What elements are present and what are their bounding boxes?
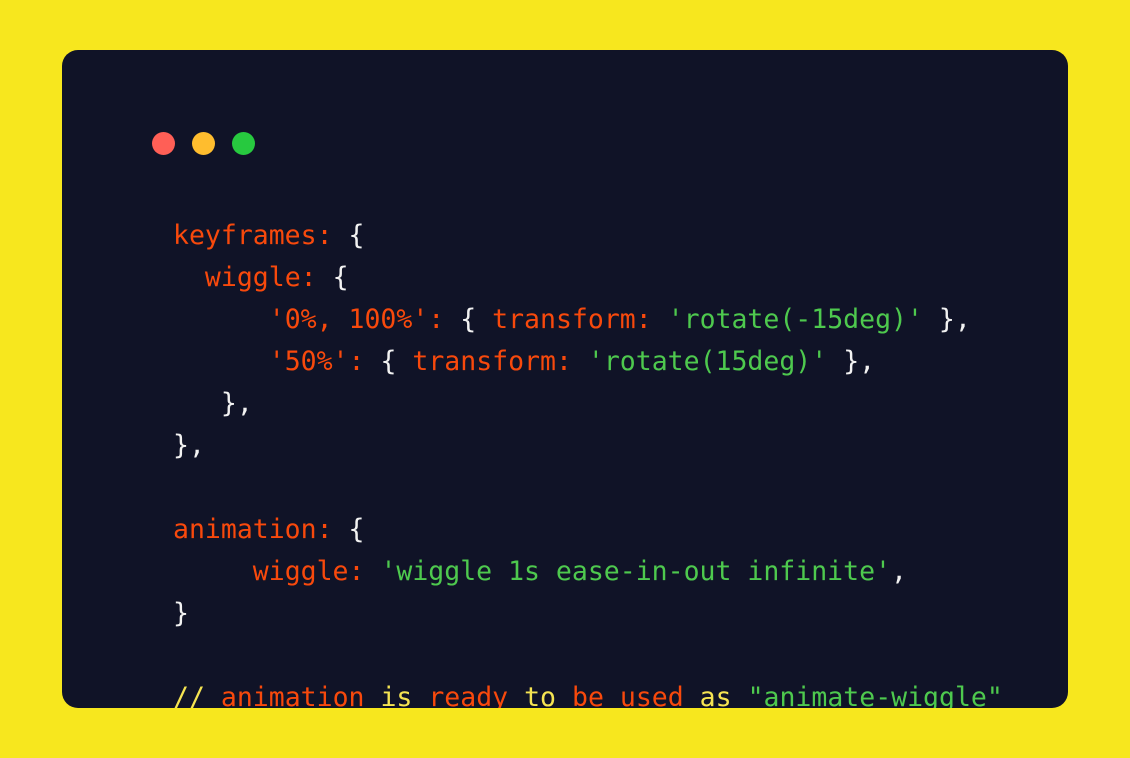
code-token-key: wiggle: <box>252 556 365 587</box>
window-titlebar <box>152 132 255 155</box>
code-token-key: keyframes: <box>173 220 333 251</box>
code-snippet-card: keyframes: { wiggle: { '0%, 100%': { tra… <box>62 50 1068 708</box>
code-token-string: 'rotate(15deg)' <box>587 346 828 377</box>
code-token-key: animation: <box>173 514 333 545</box>
close-dot[interactable] <box>152 132 175 155</box>
minimize-dot[interactable] <box>192 132 215 155</box>
code-line: }, <box>173 383 1044 425</box>
code-token-key: wiggle: <box>204 262 317 293</box>
code-token-orange: ready <box>428 682 509 708</box>
code-token-string: "animate-wiggle" <box>747 682 1003 708</box>
code-token-key: transform: <box>412 346 572 377</box>
code-token-punct: { <box>348 220 365 251</box>
code-line: } <box>173 593 1044 635</box>
code-token-punct: }, <box>220 388 253 419</box>
code-token-string: 'rotate(-15deg)' <box>667 304 923 335</box>
code-token-yellow: as <box>699 682 732 708</box>
code-line: }, <box>173 425 1044 467</box>
code-token-key: transform: <box>492 304 652 335</box>
code-token-string: 'wiggle 1s ease-in-out infinite' <box>380 556 891 587</box>
code-token-orange: used <box>619 682 684 708</box>
code-line: '0%, 100%': { transform: 'rotate(-15deg)… <box>173 299 1044 341</box>
code-token-punct: } <box>173 598 189 629</box>
code-token-punct: { <box>380 346 397 377</box>
code-token-orange: be <box>571 682 604 708</box>
code-line: animation: { <box>173 509 1044 551</box>
code-token-punct: { <box>348 514 365 545</box>
code-block[interactable]: keyframes: { wiggle: { '0%, 100%': { tra… <box>173 215 1044 708</box>
code-token-punct: }, <box>938 304 971 335</box>
code-token-orange: animation <box>220 682 365 708</box>
code-line: keyframes: { <box>173 215 1044 257</box>
code-token-yellow: to <box>524 682 557 708</box>
code-line: wiggle: { <box>173 257 1044 299</box>
code-token-key: '0%, 100%': <box>268 304 445 335</box>
code-token-punct: { <box>460 304 477 335</box>
code-line: // animation is ready to be used as "ani… <box>173 677 1044 708</box>
code-token-punct: }, <box>173 430 205 461</box>
code-token-punct: }, <box>843 346 876 377</box>
code-token-yellow: is <box>380 682 413 708</box>
code-line: '50%': { transform: 'rotate(15deg)' }, <box>173 341 1044 383</box>
code-token-yellow: // <box>173 682 205 708</box>
page-stage: keyframes: { wiggle: { '0%, 100%': { tra… <box>0 0 1130 758</box>
code-token-key: '50%': <box>268 346 365 377</box>
maximize-dot[interactable] <box>232 132 255 155</box>
code-line: wiggle: 'wiggle 1s ease-in-out infinite'… <box>173 551 1044 593</box>
code-token-punct: { <box>332 262 349 293</box>
code-token-punct: , <box>890 556 907 587</box>
